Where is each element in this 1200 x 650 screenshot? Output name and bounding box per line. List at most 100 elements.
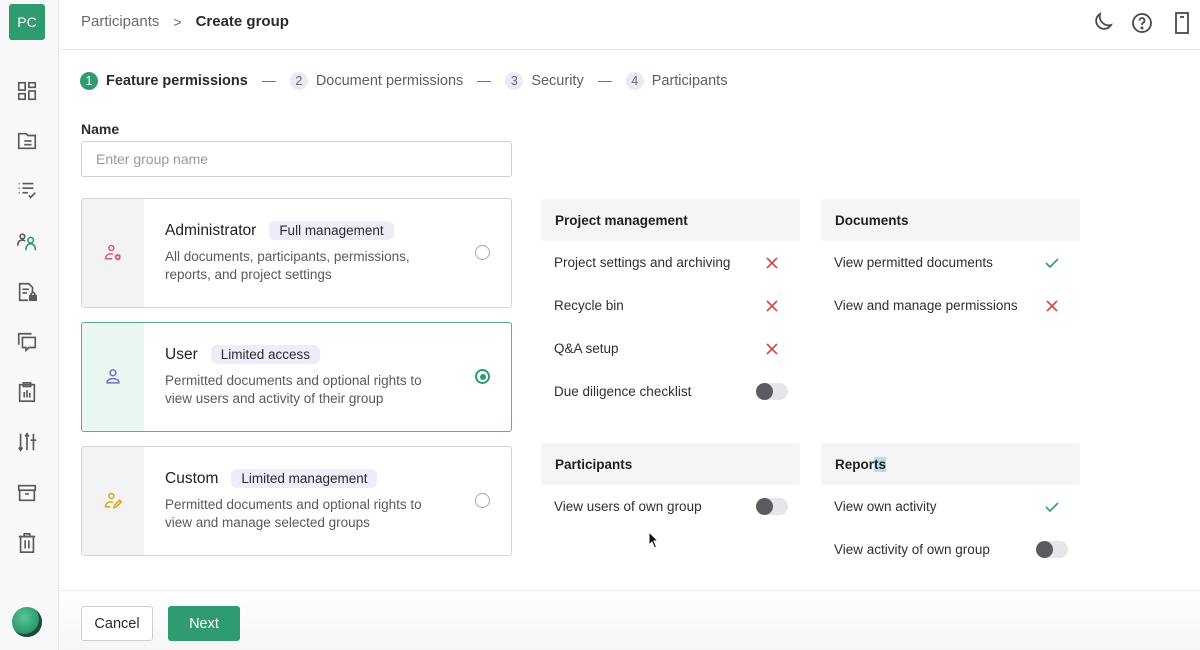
archive-icon xyxy=(17,484,37,502)
permission-label: View own activity xyxy=(834,499,937,514)
user-gear-icon xyxy=(104,244,121,261)
step-number: 4 xyxy=(625,72,644,90)
panel-title: Project management xyxy=(541,199,800,241)
help-icon xyxy=(1132,13,1152,33)
permission-row: View and manage permissions xyxy=(821,284,1080,327)
denied-x-icon xyxy=(766,342,778,355)
role-card-custom[interactable]: Custom Limited management Permitted docu… xyxy=(81,446,512,556)
panel-title: Repor ts xyxy=(821,443,1080,485)
step-divider xyxy=(597,80,612,82)
panel-documents: Documents View permitted documents View … xyxy=(821,199,1080,327)
step-label: Participants xyxy=(651,73,728,89)
dashboard-icon xyxy=(17,81,37,101)
settings-sliders-icon xyxy=(18,432,37,452)
denied-x-icon xyxy=(1046,299,1058,312)
step-feature-permissions[interactable]: 1 Feature permissions xyxy=(80,72,248,90)
permission-label: View permitted documents xyxy=(834,255,993,270)
sidebar-item-archive[interactable] xyxy=(14,480,40,506)
sidebar-item-dashboard[interactable] xyxy=(14,78,40,104)
role-description: All documents, participants, permissions… xyxy=(165,249,410,282)
sidebar: PC xyxy=(0,0,59,650)
step-number: 1 xyxy=(80,72,98,90)
name-label: Name xyxy=(81,121,120,137)
sidebar-item-permissions[interactable] xyxy=(14,279,40,305)
permission-row: Due diligence checklist xyxy=(541,370,800,413)
dark-mode-button[interactable] xyxy=(1090,11,1114,35)
project-logo[interactable]: PC xyxy=(9,4,45,40)
sidebar-item-recycle-bin[interactable] xyxy=(14,530,40,556)
view-users-own-group-toggle[interactable] xyxy=(756,498,788,515)
step-security[interactable]: 3 Security xyxy=(505,72,584,90)
permission-row: View activity of own group xyxy=(821,528,1080,571)
step-divider xyxy=(477,80,492,82)
sidebar-item-qa[interactable] xyxy=(14,329,40,355)
allowed-check-icon xyxy=(1045,257,1059,268)
next-button[interactable]: Next xyxy=(168,606,240,641)
role-badge: Limited management xyxy=(231,469,378,488)
role-radio-user[interactable] xyxy=(475,369,490,384)
user-avatar-globe[interactable] xyxy=(12,607,42,637)
permission-label: View users of own group xyxy=(554,499,702,514)
step-number: 2 xyxy=(289,72,308,90)
role-radio-administrator[interactable] xyxy=(475,245,490,260)
help-button[interactable] xyxy=(1130,11,1154,35)
app-root: PC Participants > Create group 1 Feature… xyxy=(0,0,1200,650)
due-diligence-checklist-toggle[interactable] xyxy=(756,383,788,400)
sidebar-item-participants[interactable] xyxy=(14,229,40,255)
card-body: Custom Limited management Permitted docu… xyxy=(144,447,511,555)
user-icon xyxy=(106,369,120,384)
role-title: Custom xyxy=(165,469,219,487)
card-icon-area xyxy=(82,199,144,307)
role-card-user[interactable]: User Limited access Permitted documents … xyxy=(81,322,512,432)
role-description: Permitted documents and optional rights … xyxy=(165,497,422,530)
documents-icon xyxy=(17,132,37,150)
permission-label: Due diligence checklist xyxy=(554,384,692,399)
view-activity-own-group-toggle[interactable] xyxy=(1036,541,1068,558)
sidebar-item-checklist[interactable] xyxy=(14,177,40,203)
sidebar-item-documents[interactable] xyxy=(14,128,40,154)
participants-icon xyxy=(17,233,37,251)
card-icon-area xyxy=(82,323,144,431)
role-radio-custom[interactable] xyxy=(475,493,490,508)
panel-icon xyxy=(1175,12,1189,34)
checklist-icon xyxy=(18,182,36,199)
wizard-stepper: 1 Feature permissions 2 Document permiss… xyxy=(80,72,727,90)
role-card-administrator[interactable]: Administrator Full management All docume… xyxy=(81,198,512,308)
permission-row: View users of own group xyxy=(541,485,800,528)
permission-label: Q&A setup xyxy=(554,341,619,356)
role-description: Permitted documents and optional rights … xyxy=(165,373,422,406)
wizard-footer: Cancel Next xyxy=(60,590,1200,650)
role-badge: Limited access xyxy=(210,345,321,364)
sidebar-item-settings[interactable] xyxy=(14,429,40,455)
user-edit-icon xyxy=(104,492,123,509)
breadcrumb: Participants > Create group xyxy=(81,13,289,30)
top-header: Participants > Create group xyxy=(60,0,1200,50)
side-panel-button[interactable] xyxy=(1170,11,1194,35)
step-participants[interactable]: 4 Participants xyxy=(625,72,728,90)
card-body: Administrator Full management All docume… xyxy=(144,199,511,307)
panel-title: Participants xyxy=(541,443,800,485)
document-lock-icon xyxy=(18,282,37,302)
step-document-permissions[interactable]: 2 Document permissions xyxy=(289,72,464,90)
cancel-button[interactable]: Cancel xyxy=(81,606,153,641)
card-icon-area xyxy=(82,447,144,555)
sidebar-item-reports[interactable] xyxy=(14,379,40,405)
role-title: Administrator xyxy=(165,221,257,239)
qa-chat-icon xyxy=(17,332,37,353)
group-name-input[interactable] xyxy=(81,141,512,177)
permission-row: View own activity xyxy=(821,485,1080,528)
permission-label: View activity of own group xyxy=(834,542,990,557)
permission-row: Project settings and archiving xyxy=(541,241,800,284)
mouse-cursor-icon xyxy=(648,531,660,549)
text-selection-highlight: ts xyxy=(874,456,887,472)
permission-row: Q&A setup xyxy=(541,327,800,370)
allowed-check-icon xyxy=(1045,501,1059,512)
breadcrumb-participants-link[interactable]: Participants xyxy=(81,13,159,30)
panel-project-management: Project management Project settings and … xyxy=(541,199,800,413)
step-label: Security xyxy=(531,73,584,89)
role-title: User xyxy=(165,345,198,363)
step-label: Document permissions xyxy=(315,73,464,89)
permission-row: Recycle bin xyxy=(541,284,800,327)
permission-label: View and manage permissions xyxy=(834,298,1018,313)
step-divider xyxy=(261,80,276,82)
